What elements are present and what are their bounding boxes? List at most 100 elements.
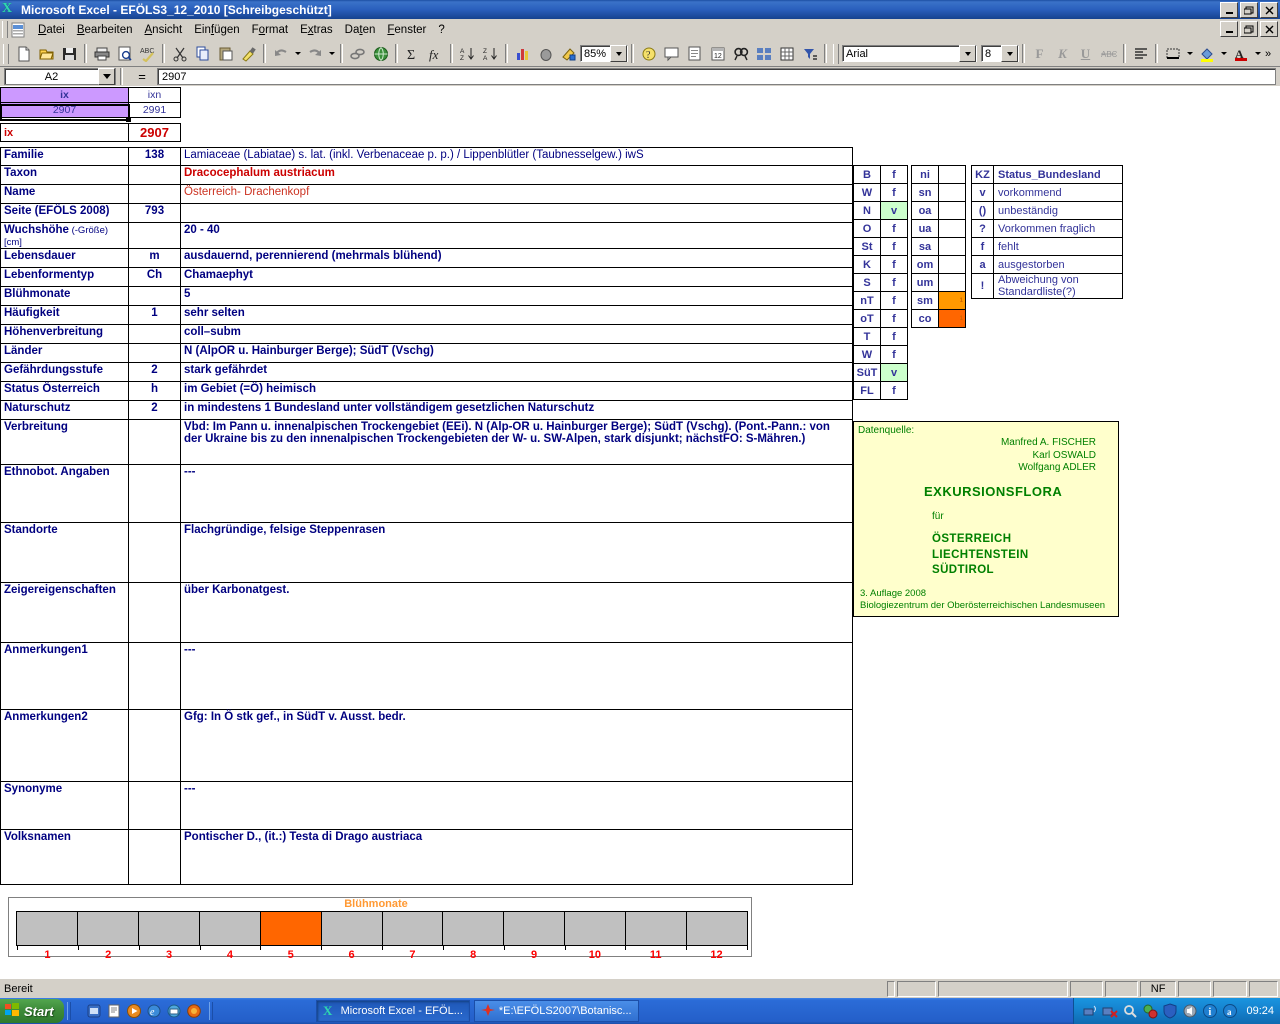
- zoom-dropdown-icon[interactable]: [610, 45, 627, 62]
- table-row[interactable]: Verbreitung Vbd: Im Pann u. innenalpisch…: [0, 419, 853, 465]
- undo-dropdown-icon[interactable]: [292, 43, 303, 65]
- taskbar-task-botanisc[interactable]: *E:\EFÖLS2007\Botanisc...: [473, 1000, 639, 1022]
- find-icon[interactable]: [729, 43, 752, 65]
- table-row[interactable]: Lebensdauer m ausdauernd, perennierend (…: [0, 248, 853, 268]
- legend-row[interactable]: sn: [911, 183, 966, 202]
- menu-datei[interactable]: Datei: [32, 22, 71, 38]
- legend-row[interactable]: ! Abweichung von Standardliste(?): [971, 273, 1123, 299]
- formatting-toolbar-grip[interactable]: [833, 43, 839, 64]
- ix-header-value[interactable]: 2907: [0, 102, 129, 118]
- sort-ascending-icon[interactable]: AZ: [456, 43, 479, 65]
- table-row[interactable]: Standorte Flachgründige, felsige Steppen…: [0, 522, 853, 583]
- legend-row[interactable]: Wf: [853, 345, 908, 364]
- table-row[interactable]: Anmerkungen2 Gfg: In Ö stk gef., in SüdT…: [0, 709, 853, 782]
- taskbar-task-excel[interactable]: X Microsoft Excel - EFÖL...: [315, 1000, 470, 1022]
- print-icon[interactable]: [90, 43, 113, 65]
- zoom-combo[interactable]: 85%: [580, 45, 628, 62]
- legend-row[interactable]: v vorkommend: [971, 183, 1123, 202]
- table-row[interactable]: Zeigereigenschaften über Karbonatgest.: [0, 582, 853, 643]
- comment-icon[interactable]: [660, 43, 683, 65]
- sort-descending-icon[interactable]: ZA: [479, 43, 502, 65]
- legend-row[interactable]: f fehlt: [971, 237, 1123, 256]
- window-split-icon[interactable]: [752, 43, 775, 65]
- antivirus-icon[interactable]: [1142, 1003, 1158, 1019]
- table-row[interactable]: Anmerkungen1 ---: [0, 642, 853, 710]
- table-icon[interactable]: [775, 43, 798, 65]
- font-size-dropdown-icon[interactable]: [1001, 45, 1018, 62]
- menu-fenster[interactable]: Fenster: [381, 22, 432, 38]
- table-row[interactable]: Volksnamen Pontischer D., (it.:) Testa d…: [0, 829, 853, 885]
- format-painter-icon[interactable]: [237, 43, 260, 65]
- outlook-icon[interactable]: [166, 1003, 182, 1019]
- mdi-minimize-icon[interactable]: [1220, 21, 1238, 37]
- table-row[interactable]: Name Österreich- Drachenkopf: [0, 184, 853, 204]
- legend-row[interactable]: Kf: [853, 255, 908, 274]
- font-color-dropdown-icon[interactable]: [1252, 43, 1263, 65]
- menu-grip[interactable]: [2, 21, 8, 38]
- toolbar-overflow-icon[interactable]: »: [1265, 48, 1271, 60]
- minimize-icon[interactable]: [1220, 2, 1238, 18]
- legend-row[interactable]: ni: [911, 165, 966, 184]
- security-shield-icon[interactable]: [1162, 1003, 1178, 1019]
- font-size-combo[interactable]: 8: [981, 45, 1019, 62]
- autofilter-icon[interactable]: [798, 43, 821, 65]
- paste-icon[interactable]: [214, 43, 237, 65]
- underline-button[interactable]: U: [1074, 43, 1097, 65]
- legend-row[interactable]: Tf: [853, 327, 908, 346]
- bold-button[interactable]: F: [1028, 43, 1051, 65]
- legend-row[interactable]: Bf: [853, 165, 908, 184]
- cut-icon[interactable]: [168, 43, 191, 65]
- menu-bearbeiten[interactable]: Bearbeiten: [71, 22, 139, 38]
- legend-row[interactable]: Wf: [853, 183, 908, 202]
- acrobat-icon[interactable]: a: [1222, 1003, 1238, 1019]
- open-icon[interactable]: [35, 43, 58, 65]
- legend-row[interactable]: om: [911, 255, 966, 274]
- legend-row[interactable]: oT f: [853, 309, 908, 328]
- legend-row[interactable]: FL f: [853, 381, 908, 400]
- font-name-dropdown-icon[interactable]: [959, 45, 976, 62]
- info-icon[interactable]: i: [1202, 1003, 1218, 1019]
- legend-row[interactable]: Of: [853, 219, 908, 238]
- table-row[interactable]: Ethnobot. Angaben ---: [0, 464, 853, 523]
- toolbar-grip[interactable]: [3, 43, 9, 64]
- redo-icon[interactable]: [303, 43, 326, 65]
- table-row[interactable]: Gefährdungsstufe 2 stark gefährdet: [0, 362, 853, 382]
- legend-row[interactable]: um: [911, 273, 966, 292]
- table-row[interactable]: Synonyme ---: [0, 781, 853, 830]
- drawing-icon[interactable]: [557, 43, 580, 65]
- table-row[interactable]: Seite (EFÖLS 2008) 793: [0, 203, 853, 223]
- legend-row[interactable]: ua: [911, 219, 966, 238]
- internet-explorer-icon[interactable]: e: [146, 1003, 162, 1019]
- menu-format[interactable]: Format: [246, 22, 294, 38]
- menu-ansicht[interactable]: Ansicht: [139, 22, 189, 38]
- network-icon[interactable]: [1082, 1003, 1098, 1019]
- notepad-icon[interactable]: [106, 1003, 122, 1019]
- insert-hyperlink-icon[interactable]: [346, 43, 369, 65]
- firefox-icon[interactable]: [186, 1003, 202, 1019]
- ixn-header-value[interactable]: 2991: [128, 102, 181, 118]
- menu-extras[interactable]: Extras: [294, 22, 339, 38]
- taskbar-clock[interactable]: 09:24: [1246, 1005, 1274, 1017]
- legend-row[interactable]: co 1: [911, 309, 966, 328]
- ixn-header-label[interactable]: ixn: [128, 87, 181, 103]
- print-preview-icon[interactable]: [113, 43, 136, 65]
- legend-row[interactable]: SüT v: [853, 363, 908, 382]
- chart-wizard-icon[interactable]: [511, 43, 534, 65]
- formula-equals-icon[interactable]: =: [127, 69, 157, 84]
- show-desktop-icon[interactable]: [86, 1003, 102, 1019]
- align-left-icon[interactable]: [1129, 43, 1152, 65]
- ix-row-label[interactable]: ix: [0, 123, 129, 142]
- table-row[interactable]: Blühmonate 5: [0, 286, 853, 306]
- name-box[interactable]: A2: [4, 68, 116, 85]
- strikethrough-icon[interactable]: ABC: [1097, 43, 1120, 65]
- map-icon[interactable]: [534, 43, 557, 65]
- legend-row[interactable]: a ausgestorben: [971, 255, 1123, 274]
- table-row[interactable]: Höhenverbreitung coll–subm: [0, 324, 853, 344]
- network-disconnected-icon[interactable]: [1102, 1003, 1119, 1019]
- fill-color-icon[interactable]: [1195, 43, 1218, 65]
- menu-help[interactable]: ?: [432, 22, 450, 38]
- table-row[interactable]: Länder N (AlpOR u. Hainburger Berge); Sü…: [0, 343, 853, 363]
- undo-icon[interactable]: [269, 43, 292, 65]
- italic-button[interactable]: K: [1051, 43, 1074, 65]
- close-icon[interactable]: [1260, 2, 1278, 18]
